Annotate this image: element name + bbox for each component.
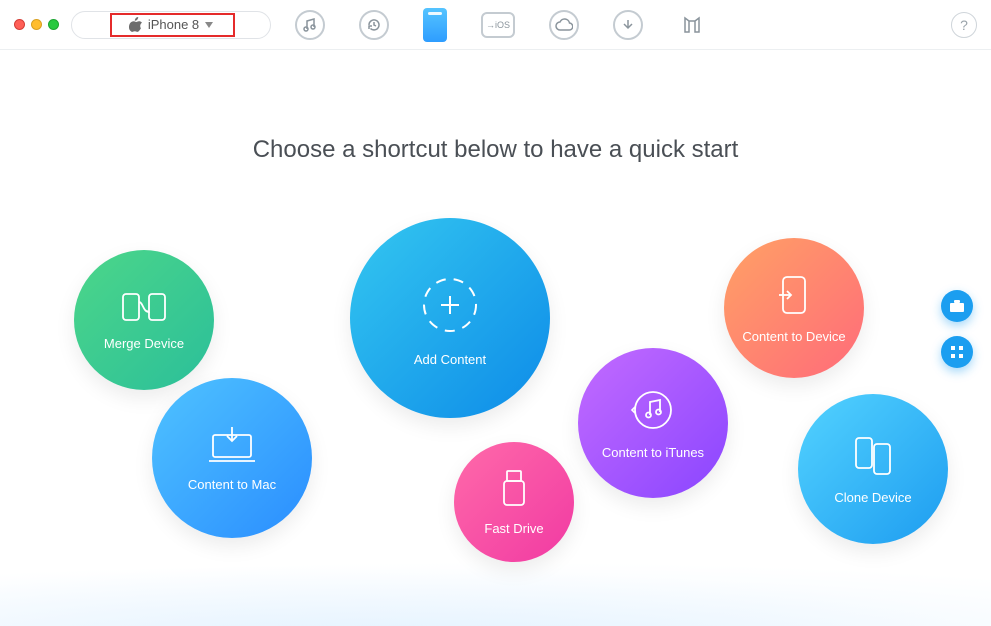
content-to-itunes-icon	[630, 387, 676, 433]
grid-view-fab[interactable]	[941, 336, 973, 368]
content-to-device-icon	[777, 273, 811, 317]
clone-device-label: Clone Device	[834, 490, 911, 505]
fast-drive-icon	[501, 469, 527, 509]
clone-device-shortcut[interactable]: Clone Device	[798, 394, 948, 544]
merge-device-shortcut[interactable]: Merge Device	[74, 250, 214, 390]
merge-device-label: Merge Device	[104, 336, 184, 351]
content-to-mac-shortcut[interactable]: Content to Mac	[152, 378, 312, 538]
content-to-device-label: Content to Device	[742, 329, 845, 344]
content-to-itunes-shortcut[interactable]: Content to iTunes	[578, 348, 728, 498]
add-content-label: Add Content	[414, 352, 486, 367]
fast-drive-label: Fast Drive	[484, 521, 543, 536]
merge-device-icon	[121, 290, 167, 324]
content-to-mac-label: Content to Mac	[188, 477, 276, 492]
add-content-shortcut[interactable]: Add Content	[350, 218, 550, 418]
clone-device-icon	[850, 434, 896, 478]
content-to-device-shortcut[interactable]: Content to Device	[724, 238, 864, 378]
content-to-mac-icon	[207, 425, 257, 465]
add-content-icon	[415, 270, 485, 340]
toolbox-fab[interactable]	[941, 290, 973, 322]
fast-drive-shortcut[interactable]: Fast Drive	[454, 442, 574, 562]
content-to-itunes-label: Content to iTunes	[602, 445, 704, 460]
shortcut-canvas: Merge Device Content to Mac Add Content …	[0, 0, 991, 626]
